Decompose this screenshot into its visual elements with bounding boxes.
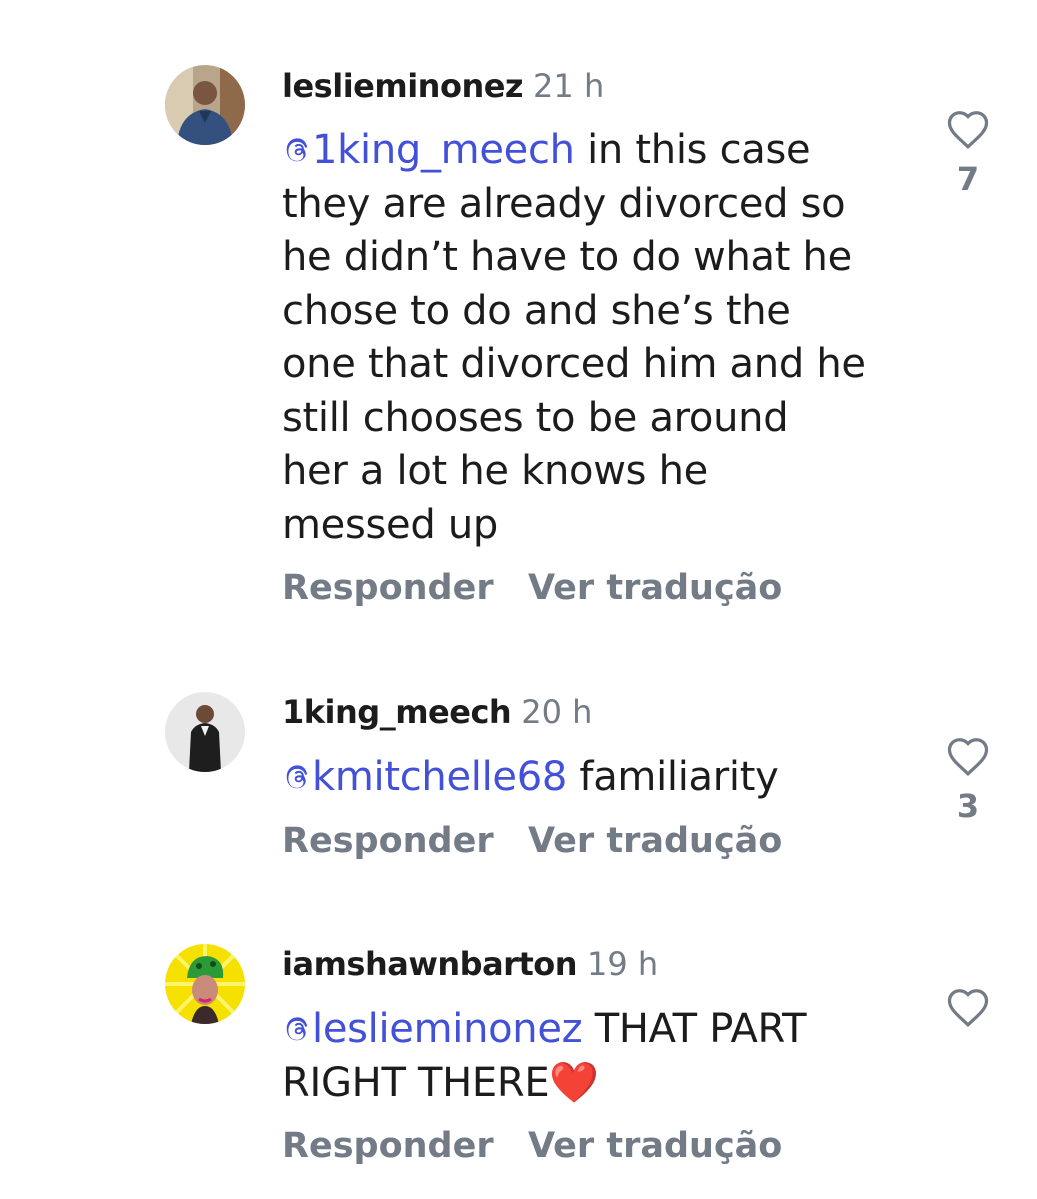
username[interactable]: iamshawnbarton [282, 945, 578, 983]
mention-link[interactable]: leslieminonez [282, 1006, 583, 1052]
comment-line: kmitchelle68 familiarity [282, 751, 902, 805]
like-control [945, 986, 991, 1028]
comment-line-text: THAT PART [582, 1006, 807, 1052]
threads-at-icon [286, 138, 308, 162]
username[interactable]: leslieminonez [282, 67, 524, 105]
mention-username[interactable]: 1king_meech [312, 127, 575, 173]
comment-line: one that divorced him and he [282, 341, 866, 387]
comment-actions: Responder Ver tradução [282, 568, 782, 608]
comment-actions: Responder Ver tradução [282, 1126, 782, 1166]
comment-line: RIGHT THERE❤️ [282, 1059, 599, 1106]
comment-line: they are already divorced so [282, 180, 846, 227]
like-count: 7 [956, 160, 980, 198]
threads-at-icon [286, 1017, 308, 1041]
reply-button[interactable]: Responder [282, 821, 528, 861]
avatar[interactable] [165, 944, 245, 1024]
comment-line: messed up [282, 501, 499, 548]
threads-at-icon [286, 765, 308, 789]
comment-line: still chooses to be around [282, 394, 789, 441]
comment-line: he didn’t have to do what he [282, 234, 852, 280]
mention-username[interactable]: leslieminonez [312, 1006, 583, 1052]
like-control: 7 [945, 108, 991, 198]
translate-button[interactable]: Ver tradução [528, 1126, 782, 1166]
avatar[interactable] [165, 65, 245, 145]
mention-link[interactable]: kmitchelle68 [282, 754, 567, 800]
reply-button[interactable]: Responder [282, 1126, 528, 1166]
comment-line: chose to do and she’s the [282, 287, 791, 334]
comment-line: 1king_meech in this case [282, 124, 902, 178]
comment-text: 1king_meech in this case they are alread… [282, 124, 902, 552]
heart-outline-icon[interactable] [945, 735, 991, 777]
comment-line: her a lot he knows he [282, 448, 708, 494]
mention-username[interactable]: kmitchelle68 [312, 754, 567, 800]
comment-line-text: in this case [574, 127, 811, 173]
comment-header: 1king_meech 20 h [282, 692, 592, 732]
comment-actions: Responder Ver tradução [282, 821, 782, 861]
like-count: 3 [956, 787, 980, 825]
timestamp: 19 h [587, 945, 659, 983]
heart-outline-icon[interactable] [945, 986, 991, 1028]
comment-text: leslieminonez THAT PART RIGHT THERE❤️ [282, 1003, 902, 1110]
translate-button[interactable]: Ver tradução [528, 821, 782, 861]
avatar[interactable] [165, 692, 245, 772]
mention-link[interactable]: 1king_meech [282, 127, 575, 173]
timestamp: 20 h [521, 693, 593, 731]
reply-button[interactable]: Responder [282, 568, 528, 608]
comment-header: leslieminonez 21 h [282, 66, 604, 106]
comment-line-text: familiarity [567, 754, 779, 800]
heart-outline-icon[interactable] [945, 108, 991, 150]
comment-text: kmitchelle68 familiarity [282, 751, 902, 805]
timestamp: 21 h [533, 67, 605, 105]
translate-button[interactable]: Ver tradução [528, 568, 782, 608]
comment-header: iamshawnbarton 19 h [282, 944, 658, 984]
like-control: 3 [945, 735, 991, 825]
comment-line: leslieminonez THAT PART [282, 1003, 902, 1057]
username[interactable]: 1king_meech [282, 693, 512, 731]
